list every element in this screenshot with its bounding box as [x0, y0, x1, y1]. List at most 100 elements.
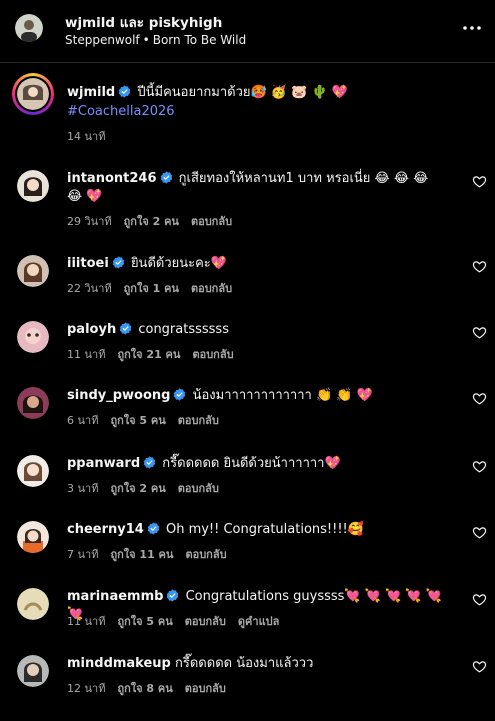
comment-time: 7 นาที	[67, 548, 99, 561]
comment-likes[interactable]: ถูกใจ 5 คน	[117, 615, 172, 628]
comment-meta: 11 นาที ถูกใจ 5 คน ตอบกลับ ดูคำแปล	[67, 612, 291, 630]
verified-badge-icon	[173, 388, 186, 401]
comment-likes[interactable]: ถูกใจ 21 คน	[117, 348, 180, 361]
header-title[interactable]: wjmild และ piskyhigh	[65, 11, 222, 33]
comment-time: 11 นาที	[67, 348, 106, 361]
more-options-icon[interactable]	[460, 16, 484, 40]
reply-button[interactable]: ตอบกลับ	[178, 482, 219, 495]
comment-item: paloyh congratssssss 11 นาที ถูกใจ 21 คน ต…	[0, 321, 495, 387]
see-translation-button[interactable]: ดูคำแปล	[238, 615, 280, 628]
comment-text: sindy_pwoong น้องมาาาาาาาาาาาา 👏 👏 💖	[67, 387, 447, 405]
verified-badge-icon	[143, 456, 156, 469]
like-heart-icon[interactable]	[472, 459, 487, 474]
comment-text: paloyh congratssssss	[67, 321, 447, 339]
commenter-avatar[interactable]	[17, 387, 49, 419]
comment-meta: 11 นาที ถูกใจ 21 คน ตอบกลับ	[67, 345, 246, 363]
comment-body: น้องมาาาาาาาาาาาา 👏 👏 💖	[192, 388, 373, 403]
caption-timestamp: 14 นาที	[67, 130, 106, 143]
caption-body: ปีนี้มีคนอยากมาด้วย🥵 🥳 🐷 🌵 💖	[137, 85, 348, 100]
story-header: wjmild และ piskyhigh Steppenwolf • Born To…	[0, 0, 495, 63]
commenter-avatar[interactable]	[17, 521, 49, 553]
comment-username[interactable]: ppanward	[67, 456, 140, 471]
comment-body: congratssssss	[138, 322, 229, 337]
reply-button[interactable]: ตอบกลับ	[191, 215, 232, 228]
reply-button[interactable]: ตอบกลับ	[192, 348, 233, 361]
comment-text: ppanward กรี๊ดดดดด ยินดีด้วยน้าาาาาา💖	[67, 455, 447, 473]
comment-meta: 7 นาที ถูกใจ 11 คน ตอบกลับ	[67, 545, 239, 563]
comment-time: 11 นาที	[67, 615, 106, 628]
comment-likes[interactable]: ถูกใจ 11 คน	[110, 548, 173, 561]
like-heart-icon[interactable]	[472, 325, 487, 340]
like-heart-icon[interactable]	[472, 592, 487, 607]
verified-badge-icon	[119, 322, 132, 335]
comment-body: Oh my!! Congratulations!!!!🥰	[165, 522, 364, 537]
comment-item: intanont246 กูเสียทองให้หลานท1 บาท หรอเน…	[0, 170, 495, 236]
comment-text: intanont246 กูเสียทองให้หลานท1 บาท หรอเน…	[67, 170, 447, 206]
comment-meta: 22 วินาที ถูกใจ 1 คน ตอบกลับ	[67, 279, 244, 297]
comment-time: 29 วินาที	[67, 215, 112, 228]
commenter-avatar[interactable]	[17, 255, 49, 287]
comment-item: ppanward กรี๊ดดดดด ยินดีด้วยน้าาาาาา💖 3 …	[0, 455, 495, 521]
like-heart-icon[interactable]	[472, 259, 487, 274]
comment-body: กรี๊ดดดดด ยินดีด้วยน้าาาาาา💖	[162, 456, 341, 471]
reply-button[interactable]: ตอบกลับ	[185, 615, 226, 628]
comment-meta: 3 นาที ถูกใจ 2 คน ตอบกลับ	[67, 479, 231, 497]
comment-item: marinaemmb Congratulations guyssss💘 💘 💘 …	[0, 588, 495, 654]
comment-username[interactable]: intanont246	[67, 171, 157, 186]
comment-item: minddmakeup กรี๊ดดดดด น้องมาแล้ววว 12 นา…	[0, 655, 495, 721]
like-heart-icon[interactable]	[472, 525, 487, 540]
reply-button[interactable]: ตอบกลับ	[185, 682, 226, 695]
like-heart-icon[interactable]	[472, 174, 487, 189]
hashtag-link[interactable]: #Coachella2026	[67, 102, 477, 121]
post-caption: wjmild ปีนี้มีคนอยากมาด้วย🥵 🥳 🐷 🌵 💖 #Coa…	[0, 63, 495, 153]
comment-meta: 12 นาที ถูกใจ 8 คน ตอบกลับ	[67, 679, 238, 697]
comment-username[interactable]: minddmakeup	[67, 656, 171, 671]
caption-username[interactable]: wjmild	[67, 85, 115, 100]
verified-badge-icon	[112, 256, 125, 269]
verified-badge-icon	[147, 522, 160, 535]
comment-likes[interactable]: ถูกใจ 2 คน	[124, 215, 179, 228]
comment-text: minddmakeup กรี๊ดดดดด น้องมาแล้ววว	[67, 655, 447, 673]
comment-likes[interactable]: ถูกใจ 1 คน	[124, 282, 179, 295]
header-avatar[interactable]	[15, 14, 43, 42]
like-heart-icon[interactable]	[472, 391, 487, 406]
verified-badge-icon	[160, 171, 173, 184]
commenter-avatar[interactable]	[17, 655, 49, 687]
comment-text: cheerny14 Oh my!! Congratulations!!!!🥰	[67, 521, 447, 539]
comment-time: 12 นาที	[67, 682, 106, 695]
comment-meta: 6 นาที ถูกใจ 5 คน ตอบกลับ	[67, 411, 231, 429]
like-heart-icon[interactable]	[472, 659, 487, 674]
reply-button[interactable]: ตอบกลับ	[178, 414, 219, 427]
comment-likes[interactable]: ถูกใจ 8 คน	[117, 682, 172, 695]
song-separator: •	[142, 33, 150, 47]
comment-item: sindy_pwoong น้องมาาาาาาาาาาาา 👏 👏 💖 6 น…	[0, 387, 495, 453]
comment-username[interactable]: iiitoei	[67, 256, 109, 271]
commenter-avatar[interactable]	[17, 588, 49, 620]
music-info[interactable]: Steppenwolf • Born To Be Wild	[65, 33, 246, 47]
comment-username[interactable]: marinaemmb	[67, 589, 163, 604]
commenter-avatar[interactable]	[17, 170, 49, 202]
caption-text: wjmild ปีนี้มีคนอยากมาด้วย🥵 🥳 🐷 🌵 💖 #Coa…	[67, 83, 477, 121]
comment-likes[interactable]: ถูกใจ 2 คน	[110, 482, 165, 495]
comment-username[interactable]: cheerny14	[67, 522, 144, 537]
comment-body: ยินดีด้วยนะคะ💖	[130, 256, 227, 271]
comment-meta: 29 วินาที ถูกใจ 2 คน ตอบกลับ	[67, 212, 244, 230]
reply-button[interactable]: ตอบกลับ	[191, 282, 232, 295]
comment-likes[interactable]: ถูกใจ 5 คน	[110, 414, 165, 427]
comment-item: iiitoei ยินดีด้วยนะคะ💖 22 วินาที ถูกใจ 1 …	[0, 255, 495, 321]
comment-body: กรี๊ดดดดด น้องมาแล้ววว	[175, 656, 314, 671]
verified-badge-icon	[166, 589, 179, 602]
comment-username[interactable]: sindy_pwoong	[67, 388, 170, 403]
song-artist: Steppenwolf	[65, 33, 140, 47]
verified-badge-icon	[118, 85, 131, 98]
comment-username[interactable]: paloyh	[67, 322, 116, 337]
comment-text: iiitoei ยินดีด้วยนะคะ💖	[67, 255, 447, 273]
song-title: Born To Be Wild	[152, 33, 247, 47]
caption-avatar[interactable]	[12, 73, 54, 115]
reply-button[interactable]: ตอบกลับ	[185, 548, 226, 561]
comment-time: 3 นาที	[67, 482, 99, 495]
comment-item: cheerny14 Oh my!! Congratulations!!!!🥰 7…	[0, 521, 495, 587]
comment-time: 22 วินาที	[67, 282, 112, 295]
commenter-avatar[interactable]	[17, 455, 49, 487]
commenter-avatar[interactable]	[17, 321, 49, 353]
